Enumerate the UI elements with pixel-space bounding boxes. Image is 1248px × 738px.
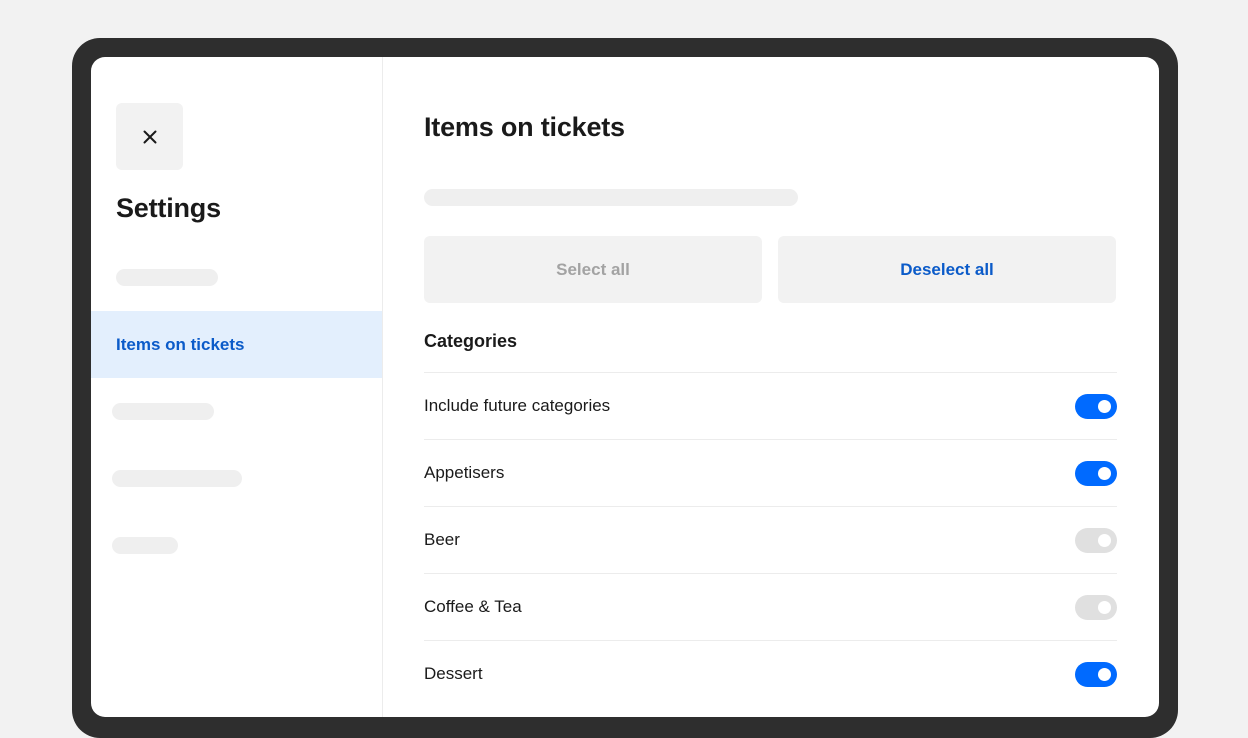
- main-panel: Items on tickets Select all Deselect all…: [424, 57, 1117, 717]
- sidebar-item-placeholder[interactable]: [112, 403, 214, 420]
- description-placeholder: [424, 189, 798, 206]
- category-toggle[interactable]: [1075, 594, 1117, 620]
- category-toggle[interactable]: [1075, 460, 1117, 486]
- deselect-all-button[interactable]: Deselect all: [778, 236, 1116, 303]
- toggle-knob: [1098, 466, 1111, 480]
- list-item: Dessert: [424, 640, 1117, 707]
- sidebar-item-placeholder[interactable]: [112, 537, 178, 554]
- list-item: Coffee & Tea: [424, 573, 1117, 640]
- page-title: Items on tickets: [424, 112, 625, 142]
- close-button[interactable]: [116, 103, 183, 170]
- toggle-knob: [1098, 399, 1111, 413]
- sidebar-title: Settings: [116, 193, 221, 223]
- category-toggle[interactable]: [1075, 661, 1117, 687]
- category-toggle[interactable]: [1075, 393, 1117, 419]
- toggle-knob: [1098, 600, 1111, 614]
- toggle-knob: [1098, 667, 1111, 681]
- sidebar-item-placeholder[interactable]: [116, 269, 218, 286]
- close-icon: [143, 130, 156, 143]
- toggle-knob: [1098, 533, 1111, 547]
- list-item: Include future categories: [424, 372, 1117, 439]
- category-label: Beer: [424, 530, 460, 549]
- select-all-button[interactable]: Select all: [424, 236, 762, 303]
- category-label: Dessert: [424, 664, 483, 683]
- list-item: Beer: [424, 506, 1117, 573]
- sidebar-item-items-on-tickets[interactable]: Items on tickets: [91, 311, 382, 378]
- sidebar: Settings Items on tickets: [91, 57, 383, 717]
- category-label: Include future categories: [424, 396, 611, 415]
- list-item: Appetisers: [424, 439, 1117, 506]
- category-list: Include future categories Appetisers Bee…: [424, 372, 1117, 707]
- sidebar-item-placeholder[interactable]: [112, 470, 242, 487]
- category-label: Coffee & Tea: [424, 597, 522, 616]
- category-toggle[interactable]: [1075, 527, 1117, 553]
- category-label: Appetisers: [424, 463, 505, 482]
- sidebar-item-label: Items on tickets: [116, 334, 245, 354]
- section-title-categories: Categories: [424, 331, 518, 351]
- app-screen: Settings Items on tickets Items on ticke…: [91, 57, 1159, 717]
